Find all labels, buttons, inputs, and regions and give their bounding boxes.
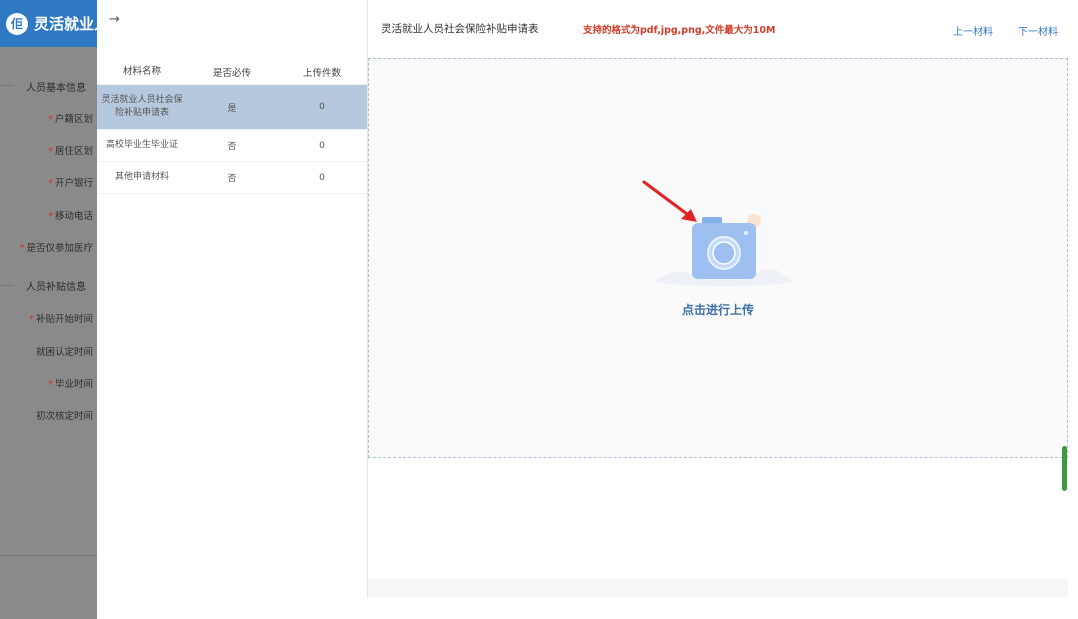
field-label-graduation: * 毕业时间 (48, 379, 93, 390)
material-name: 灵活就业人员社会保险补贴申请表 (101, 95, 183, 118)
bottom-strip (368, 578, 1068, 598)
app-title: 灵活就业人员 (34, 15, 97, 33)
app-header: 佢 灵活就业人员 (0, 0, 97, 47)
header-name: 材料名称 (122, 66, 161, 77)
app-logo-icon: 佢 (6, 12, 28, 35)
material-count: 0 (319, 102, 325, 112)
field-label-phone: * 移动电话 (48, 211, 93, 222)
next-material-button[interactable]: 下一材料 (1018, 23, 1058, 38)
format-hint: 支持的格式为pdf,jpg,png,文件最大为10M (583, 25, 776, 36)
divider (0, 555, 97, 556)
material-name: 其他申请材料 (114, 172, 169, 182)
field-label-medical: * 是否仅参加医疗 (19, 243, 93, 254)
header-required: 是否必传 (212, 67, 251, 79)
upload-button[interactable]: 点击进行上传 (369, 301, 1067, 318)
camera-icon[interactable] (654, 209, 794, 289)
field-label-first-verify: 初次核定时间 (35, 411, 93, 422)
material-required: 是 (227, 103, 237, 114)
table-row[interactable]: 灵活就业人员社会保险补贴申请表 是 0 (97, 85, 367, 130)
material-count: 0 (319, 140, 325, 151)
materials-drawer: → 材料名称 是否必传 上传件数 灵活就业人员社会保险补贴申请表 是 0 高校毕… (97, 0, 367, 619)
table-row[interactable]: 高校毕业生毕业证 否 0 (97, 130, 367, 162)
field-label-subsidy-start: * 补贴开始时间 (29, 314, 93, 325)
background-form: 人员基本信息 * 户籍区划 * 居住区划 * 开户银行 * 移动电话 * 是否仅参加医疗 … (0, 47, 97, 619)
material-required: 否 (227, 142, 237, 152)
table-header: 材料名称 是否必传 上传件数 (97, 59, 367, 85)
header-count: 上传件数 (302, 67, 341, 79)
prev-material-button[interactable]: 上一材料 (953, 23, 993, 38)
viewer-toolbar: 灵活就业人员社会保险补贴申请表 支持的格式为pdf,jpg,png,文件最大为1… (368, 0, 1078, 58)
field-label-huji: * 户籍区划 (48, 114, 93, 125)
material-count: 0 (319, 172, 325, 183)
field-label-hardship-date: 就困认定时间 (35, 347, 93, 358)
materials-table: 材料名称 是否必传 上传件数 灵活就业人员社会保险补贴申请表 是 0 高校毕业生… (97, 59, 367, 194)
material-required: 否 (227, 174, 237, 184)
section-subsidy-info: 人员补贴信息 (26, 282, 86, 293)
back-arrow-icon[interactable]: → (109, 12, 120, 27)
section-divider (0, 285, 14, 286)
field-label-juzhu: * 居住区划 (48, 146, 93, 157)
table-row[interactable]: 其他申请材料 否 0 (97, 162, 367, 194)
section-divider (0, 85, 14, 86)
section-basic-info: 人员基本信息 (26, 83, 86, 94)
material-name: 高校毕业生毕业证 (105, 140, 178, 150)
upload-dropzone[interactable]: 点击进行上传 (368, 58, 1068, 458)
field-label-bank: * 开户银行 (48, 178, 93, 189)
scrollbar-thumb[interactable] (1062, 446, 1067, 491)
document-title: 灵活就业人员社会保险补贴申请表 (381, 23, 539, 35)
